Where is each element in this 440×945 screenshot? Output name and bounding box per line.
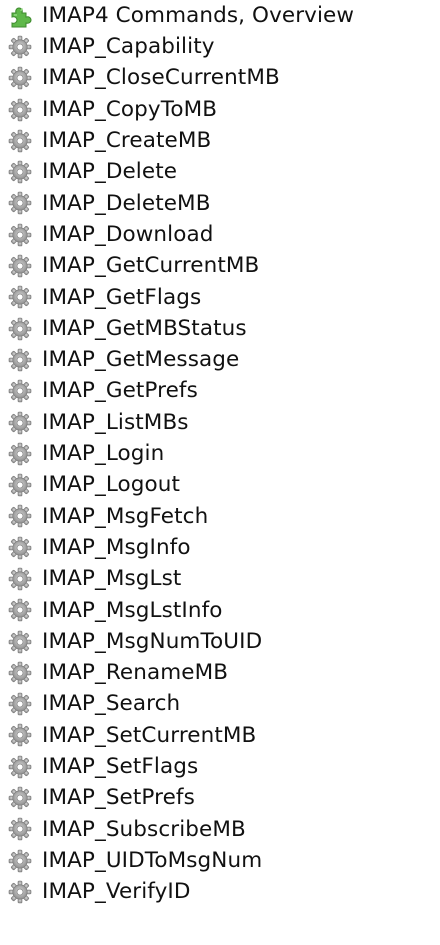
tree-item[interactable]: IMAP_MsgNumToUID [8, 626, 438, 657]
gear-icon [8, 755, 32, 779]
tree-item-label: IMAP_ListMBs [42, 409, 189, 435]
tree-item[interactable]: IMAP_SubscribeMB [8, 814, 438, 845]
tree-item-label: IMAP_Logout [42, 472, 181, 498]
tree-item[interactable]: IMAP_MsgLstInfo [8, 595, 438, 626]
gear-icon [8, 379, 32, 403]
tree-item-label: IMAP_GetPrefs [42, 378, 198, 404]
tree-item-label: IMAP_Download [42, 221, 214, 247]
tree-item-label: IMAP_SetFlags [42, 754, 199, 780]
tree-item-label: IMAP_Delete [42, 159, 178, 185]
gear-icon [8, 442, 32, 466]
tree-item[interactable]: IMAP_Login [8, 438, 438, 469]
command-tree: IMAP4 Commands, Overview IMAP_Capability… [8, 0, 438, 908]
tree-item[interactable]: IMAP_GetFlags [8, 282, 438, 313]
gear-icon [8, 598, 32, 622]
tree-item-label: IMAP_GetCurrentMB [42, 253, 260, 279]
tree-item[interactable]: IMAP_GetPrefs [8, 376, 438, 407]
tree-item-label: IMAP_GetMBStatus [42, 315, 247, 341]
tree-item[interactable]: IMAP_GetMessage [8, 344, 438, 375]
gear-icon [8, 285, 32, 309]
tree-item-label: IMAP_CloseCurrentMB [42, 65, 280, 91]
gear-icon [8, 66, 32, 90]
tree-item-label: IMAP_RenameMB [42, 660, 229, 686]
tree-item-label: IMAP_MsgNumToUID [42, 628, 263, 654]
gear-icon [8, 849, 32, 873]
gear-icon [8, 473, 32, 497]
tree-item[interactable]: IMAP_GetMBStatus [8, 313, 438, 344]
tree-item[interactable]: IMAP_VerifyID [8, 876, 438, 907]
tree-item-label: IMAP_CopyToMB [42, 96, 218, 122]
tree-item[interactable]: IMAP_SetPrefs [8, 782, 438, 813]
puzzle-piece-icon [8, 4, 32, 28]
tree-item-label: IMAP_DeleteMB [42, 190, 211, 216]
tree-item[interactable]: IMAP_MsgLst [8, 563, 438, 594]
tree-item-label: IMAP_MsgFetch [42, 503, 209, 529]
gear-icon [8, 160, 32, 184]
gear-icon [8, 880, 32, 904]
tree-item[interactable]: IMAP_UIDToMsgNum [8, 845, 438, 876]
gear-icon [8, 630, 32, 654]
tree-item[interactable]: IMAP_MsgInfo [8, 532, 438, 563]
tree-item[interactable]: IMAP_SetFlags [8, 751, 438, 782]
gear-icon [8, 317, 32, 341]
tree-item-label: IMAP_SetPrefs [42, 785, 195, 811]
tree-item-label: IMAP_GetMessage [42, 347, 240, 373]
tree-item-label: IMAP_MsgLstInfo [42, 597, 223, 623]
tree-item-label: IMAP_MsgLst [42, 566, 182, 592]
gear-icon [8, 348, 32, 372]
gear-icon [8, 98, 32, 122]
tree-item[interactable]: IMAP_Delete [8, 156, 438, 187]
gear-icon [8, 536, 32, 560]
tree-item[interactable]: IMAP_Search [8, 689, 438, 720]
tree-item-label: IMAP_SetCurrentMB [42, 722, 257, 748]
tree-item[interactable]: IMAP_Download [8, 219, 438, 250]
gear-icon [8, 692, 32, 716]
tree-item[interactable]: IMAP_CreateMB [8, 125, 438, 156]
gear-icon [8, 567, 32, 591]
tree-item[interactable]: IMAP_CopyToMB [8, 94, 438, 125]
gear-icon [8, 223, 32, 247]
tree-item[interactable]: IMAP_RenameMB [8, 657, 438, 688]
gear-icon [8, 786, 32, 810]
tree-item[interactable]: IMAP_CloseCurrentMB [8, 63, 438, 94]
gear-icon [8, 723, 32, 747]
tree-item[interactable]: IMAP_ListMBs [8, 407, 438, 438]
tree-item[interactable]: IMAP_MsgFetch [8, 501, 438, 532]
gear-icon [8, 254, 32, 278]
gear-icon [8, 817, 32, 841]
gear-icon [8, 191, 32, 215]
tree-item-label: IMAP_SubscribeMB [42, 816, 246, 842]
tree-item-label: IMAP_CreateMB [42, 128, 212, 154]
tree-item[interactable]: IMAP_Capability [8, 31, 438, 62]
tree-item-label: IMAP4 Commands, Overview [42, 2, 355, 28]
tree-item-label: IMAP_Capability [42, 34, 215, 60]
tree-item-label: IMAP_Search [42, 691, 181, 717]
tree-item-label: IMAP_MsgInfo [42, 534, 191, 560]
gear-icon [8, 661, 32, 685]
tree-item-overview[interactable]: IMAP4 Commands, Overview [8, 0, 438, 31]
tree-item[interactable]: IMAP_DeleteMB [8, 188, 438, 219]
gear-icon [8, 129, 32, 153]
gear-icon [8, 35, 32, 59]
tree-item-label: IMAP_VerifyID [42, 879, 191, 905]
tree-item[interactable]: IMAP_Logout [8, 469, 438, 500]
tree-item-label: IMAP_GetFlags [42, 284, 202, 310]
tree-item[interactable]: IMAP_GetCurrentMB [8, 250, 438, 281]
tree-item-label: IMAP_Login [42, 441, 165, 467]
tree-item[interactable]: IMAP_SetCurrentMB [8, 720, 438, 751]
gear-icon [8, 504, 32, 528]
tree-item-label: IMAP_UIDToMsgNum [42, 847, 263, 873]
gear-icon [8, 411, 32, 435]
